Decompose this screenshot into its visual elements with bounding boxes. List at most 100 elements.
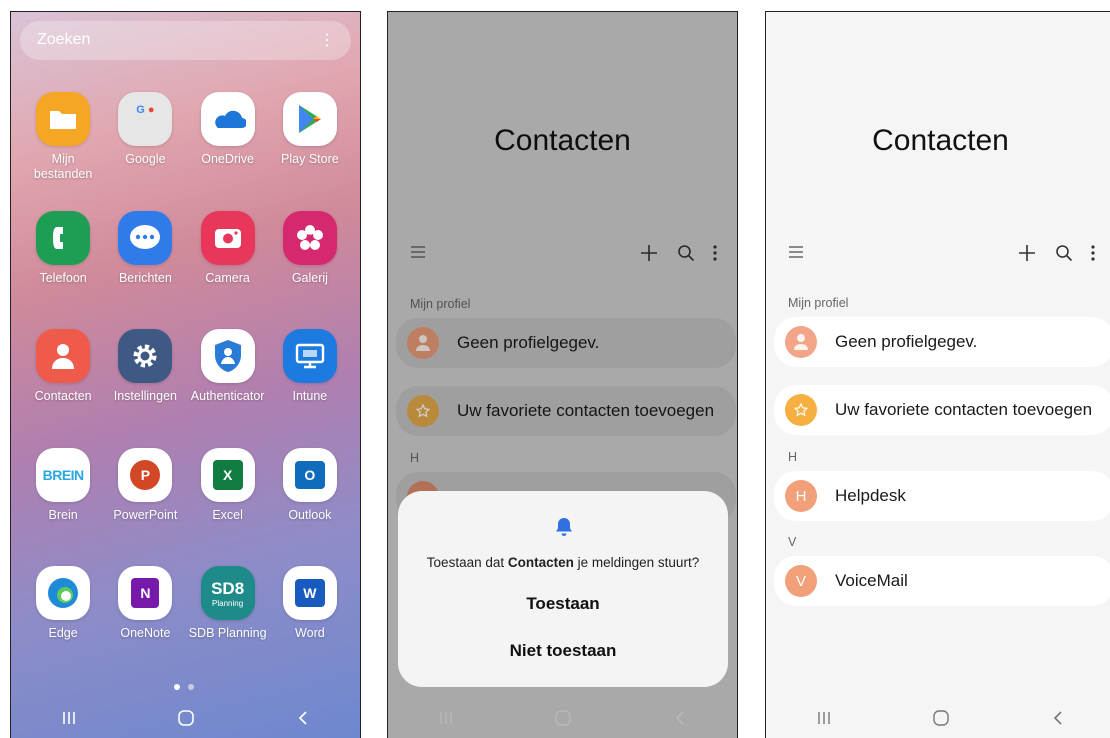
notification-permission-dialog: Toestaan dat Contacten je meldingen stuu… — [398, 491, 728, 687]
search-icon[interactable] — [1055, 244, 1073, 267]
app-label: Mijn bestanden — [33, 152, 93, 181]
contact-avatar: H — [785, 480, 817, 512]
add-icon[interactable] — [1017, 243, 1037, 268]
chat-bubble-icon — [118, 210, 173, 265]
contact-row-voicemail[interactable]: V VoiceMail — [774, 556, 1110, 606]
back-icon[interactable] — [296, 710, 310, 726]
bell-icon — [555, 517, 573, 542]
section-label-h: H — [788, 450, 798, 464]
contacts-screen: Contacten Mijn profiel Geen profielgegev… — [765, 11, 1110, 738]
page-dot — [188, 684, 194, 690]
app-onenote[interactable]: N OneNote — [104, 566, 186, 685]
add-favorites-label: Uw favoriete contacten toevoegen — [835, 400, 1093, 419]
onedrive-icon — [200, 92, 255, 146]
app-label: Outlook — [288, 507, 332, 522]
phone-icon — [36, 210, 91, 265]
app-powerpoint[interactable]: P PowerPoint — [104, 447, 186, 567]
app-label: OneDrive — [201, 152, 255, 166]
app-intune[interactable]: Intune — [269, 329, 351, 448]
app-folder[interactable]: Mijn bestanden — [22, 92, 104, 211]
search-placeholder: Zoeken — [37, 31, 91, 48]
section-label-my-profile: Mijn profiel — [788, 296, 849, 310]
navigation-bar — [388, 698, 737, 738]
app-camera[interactable]: Camera — [187, 210, 269, 330]
powerpoint-icon: P — [118, 447, 173, 502]
app-label: Word — [295, 626, 325, 640]
home-icon[interactable] — [932, 709, 950, 727]
allow-button[interactable]: Toestaan — [398, 594, 728, 614]
recent-apps-icon[interactable] — [438, 710, 454, 726]
recent-apps-icon[interactable] — [61, 710, 77, 726]
app-edge[interactable]: Edge — [22, 566, 104, 685]
app-label: Play Store — [281, 152, 339, 166]
app-sdb-planning[interactable]: SD8 Planning SDB Planning — [187, 566, 269, 685]
app-gear[interactable]: Instellingen — [104, 329, 186, 448]
app-excel[interactable]: X Excel — [187, 447, 269, 567]
hamburger-menu-icon[interactable] — [788, 245, 804, 264]
app-brein-logo[interactable]: BREIN Brein — [22, 447, 104, 567]
app-phone[interactable]: Telefoon — [22, 210, 104, 330]
more-options-icon[interactable]: ⋮ — [319, 30, 335, 50]
app-label: PowerPoint — [113, 507, 178, 522]
page-title: Contacten — [872, 124, 1009, 157]
app-label: Brein — [48, 507, 78, 522]
gear-icon — [118, 329, 173, 383]
app-chat-bubble[interactable]: Berichten — [104, 210, 186, 330]
contact-name: VoiceMail — [835, 571, 908, 590]
app-word[interactable]: W Word — [269, 566, 351, 685]
app-contact-person[interactable]: Contacten — [22, 329, 104, 448]
deny-button[interactable]: Niet toestaan — [398, 641, 728, 661]
contact-name: Helpdesk — [835, 486, 906, 505]
contacts-screen-with-dialog: Contacten Mijn profiel Geen profielgegev… — [387, 11, 738, 738]
app-label: Berichten — [118, 270, 172, 285]
brein-logo-icon: BREIN — [36, 447, 91, 502]
app-onedrive[interactable]: OneDrive — [187, 92, 269, 211]
app-label: Instellingen — [113, 389, 177, 403]
app-label: Galerij — [291, 270, 328, 285]
app-flower[interactable]: Galerij — [269, 210, 351, 330]
recent-apps-icon[interactable] — [816, 710, 832, 726]
sdb-planning-icon: SD8 Planning — [200, 566, 255, 620]
app-label: Google — [125, 152, 166, 166]
app-label: Camera — [205, 270, 250, 285]
contact-person-icon — [36, 329, 91, 383]
app-outlook[interactable]: O Outlook — [269, 447, 351, 567]
app-label: Edge — [48, 626, 78, 640]
app-label: Telefoon — [39, 270, 87, 285]
dialog-question: Toestaan dat Contacten je meldingen stuu… — [426, 555, 700, 570]
no-profile-label: Geen profielgegev. — [835, 332, 978, 351]
authenticator-icon — [200, 329, 255, 383]
play-store-icon — [282, 92, 337, 146]
more-options-icon[interactable] — [1091, 245, 1095, 266]
app-label: Authenticator — [190, 389, 265, 403]
back-icon[interactable] — [1051, 710, 1065, 726]
word-icon: W — [282, 566, 337, 620]
toolbar — [1017, 243, 1095, 268]
intune-icon — [282, 329, 337, 383]
star-icon — [785, 394, 817, 426]
back-icon[interactable] — [673, 710, 687, 726]
app-label: Intune — [292, 389, 328, 403]
profile-avatar-icon — [785, 326, 817, 358]
edge-icon — [36, 566, 91, 620]
flower-icon — [282, 210, 337, 265]
navigation-bar — [766, 698, 1110, 738]
app-label: Excel — [212, 507, 243, 522]
app-play-store[interactable]: Play Store — [269, 92, 351, 211]
folder-icon — [36, 92, 91, 146]
onenote-icon: N — [118, 566, 173, 620]
launcher-screen: Zoeken ⋮ Mijn bestanden G ● Google OneDrive… — [10, 11, 361, 738]
favorites-card[interactable]: Uw favoriete contacten toevoegen — [774, 385, 1110, 435]
app-label: OneNote — [120, 626, 171, 640]
page-dot-active — [174, 684, 180, 690]
contact-row-helpdesk[interactable]: H Helpdesk — [774, 471, 1110, 521]
navigation-bar — [11, 698, 360, 738]
home-icon[interactable] — [554, 709, 572, 727]
app-google-folder[interactable]: G ● Google — [104, 92, 186, 211]
app-label: Contacten — [34, 389, 92, 403]
search-bar[interactable]: Zoeken ⋮ — [20, 21, 351, 60]
my-profile-card[interactable]: Geen profielgegev. — [774, 317, 1110, 367]
home-icon[interactable] — [177, 709, 195, 727]
contact-avatar: V — [785, 565, 817, 597]
app-authenticator[interactable]: Authenticator — [187, 329, 269, 448]
